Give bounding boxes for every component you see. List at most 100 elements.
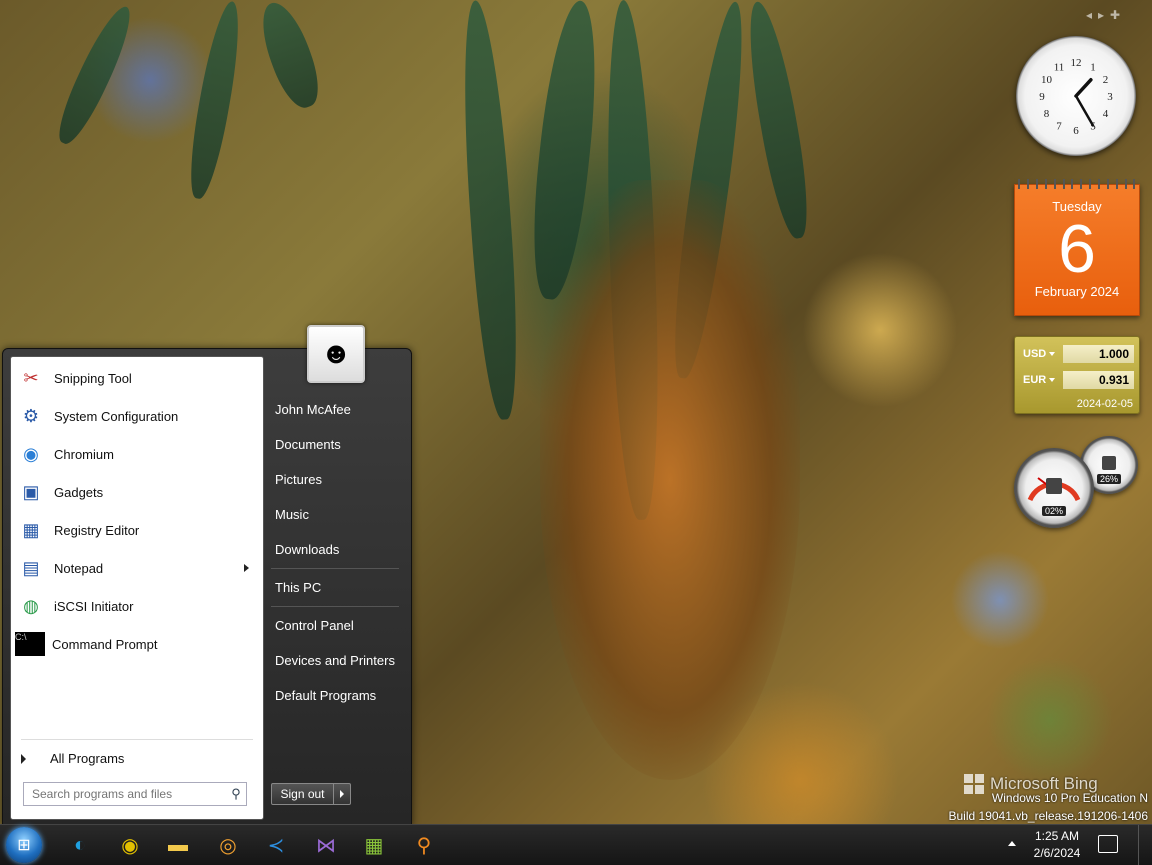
registry-icon: ▦ xyxy=(22,519,40,540)
memory-percent: 26% xyxy=(1096,474,1122,484)
pictures-link[interactable]: Pictures xyxy=(275,472,322,487)
currency-from-value[interactable]: 1.000 xyxy=(1063,345,1134,363)
scissors-icon: ✂ xyxy=(23,367,39,388)
gadget-controls[interactable]: ◂▸✚ xyxy=(1086,8,1126,22)
start-menu-programs-pane: All Programs ⚲ ✂ Snipping Tool ⚙ System Con… xyxy=(10,356,264,820)
search-input[interactable] xyxy=(24,786,226,802)
all-programs-button[interactable]: All Programs xyxy=(21,751,124,766)
notepad-plus-icon[interactable]: ▦ xyxy=(360,831,388,859)
start-search-box[interactable]: ⚲ xyxy=(23,782,247,806)
downloads-link[interactable]: Downloads xyxy=(275,542,339,557)
calendar-month-year: February 2024 xyxy=(1034,284,1120,299)
program-label: Chromium xyxy=(54,446,114,462)
default-programs-link[interactable]: Default Programs xyxy=(275,688,376,703)
cmd-icon: C:\ xyxy=(15,632,45,656)
clock-numeral: 10 xyxy=(1041,74,1053,86)
clock-gadget[interactable]: 121234567891011 xyxy=(1016,36,1136,156)
calendar-rings xyxy=(1015,179,1139,189)
taskbar-time: 1:25 AM xyxy=(1034,829,1080,843)
devices-printers-link[interactable]: Devices and Printers xyxy=(275,653,395,668)
clock-numeral: 2 xyxy=(1103,74,1109,86)
edge-icon[interactable]: ◐ xyxy=(66,831,94,859)
chevron-down-icon xyxy=(1049,352,1056,356)
search-icon[interactable]: ⚲ xyxy=(226,786,246,802)
chevron-right-icon xyxy=(340,790,344,798)
shutdown-options-button[interactable] xyxy=(334,784,350,804)
documents-link[interactable]: Documents xyxy=(275,437,341,452)
gadgets-icon: ▣ xyxy=(22,481,40,502)
program-item[interactable]: ▣ Gadgets xyxy=(15,475,259,509)
windows-logo-icon xyxy=(964,774,984,794)
chevron-down-icon xyxy=(1049,378,1056,382)
cpu-meter: 02% xyxy=(1014,448,1094,528)
visual-studio-icon[interactable]: ⋈ xyxy=(312,831,340,859)
program-item[interactable]: ✂ Snipping Tool xyxy=(15,361,259,395)
currency-row-from: USD 1.000 xyxy=(1023,345,1134,363)
separator xyxy=(271,568,399,569)
clock-minute-hand xyxy=(1074,94,1095,127)
program-label: Command Prompt xyxy=(52,636,158,652)
clock-hour-hand xyxy=(1074,78,1093,98)
separator xyxy=(21,739,253,740)
program-label: Gadgets xyxy=(54,484,104,500)
cpu-chip-icon xyxy=(1046,478,1062,494)
start-menu-places-pane: John McAfee Documents Pictures Music Dow… xyxy=(265,349,411,825)
notepad-icon: ▤ xyxy=(22,557,40,578)
program-item[interactable]: ◉ Chromium xyxy=(15,437,259,471)
currency-to-select[interactable]: EUR xyxy=(1023,374,1063,386)
start-menu: All Programs ⚲ ✂ Snipping Tool ⚙ System Con… xyxy=(2,348,412,826)
program-item[interactable]: C:\ Command Prompt xyxy=(15,627,259,661)
action-center-icon[interactable] xyxy=(1098,835,1118,853)
program-label: iSCSI Initiator xyxy=(54,598,134,614)
currency-row-to: EUR 0.931 xyxy=(1023,371,1134,389)
edition-watermark: Windows 10 Pro Education N xyxy=(991,791,1148,805)
taskbar-date: 2/6/2024 xyxy=(1033,846,1081,860)
windows-logo-icon: ⊞ xyxy=(17,837,31,854)
clock-numeral: 11 xyxy=(1054,62,1065,74)
sign-out-label: Sign out xyxy=(272,784,334,804)
program-item[interactable]: ▦ Registry Editor xyxy=(15,513,259,547)
currency-date: 2024-02-05 xyxy=(1076,398,1133,410)
clock-numeral: 12 xyxy=(1071,57,1082,69)
triangle-right-icon xyxy=(21,753,26,764)
this-pc-link[interactable]: This PC xyxy=(275,580,321,595)
start-button[interactable]: ⊞ xyxy=(6,827,42,863)
calendar-gadget[interactable]: Tuesday 6 February 2024 xyxy=(1014,179,1140,316)
vscode-icon[interactable]: ≺ xyxy=(262,831,290,859)
clock-numeral: 8 xyxy=(1044,108,1050,120)
program-item[interactable]: ⚙ System Configuration xyxy=(15,399,259,433)
music-link[interactable]: Music xyxy=(275,507,309,522)
program-item[interactable]: ◍ iSCSI Initiator xyxy=(15,589,259,623)
search-app-icon[interactable]: ⚲ xyxy=(410,831,438,859)
control-panel-link[interactable]: Control Panel xyxy=(275,618,354,633)
program-item[interactable]: ▤ Notepad xyxy=(15,551,259,585)
program-label: Notepad xyxy=(54,560,104,576)
taskbar: ⊞ 1:25 AM 2/6/2024 ◐ ◉ ▬ ◎ ≺ ⋈ ▦ ⚲ xyxy=(0,824,1152,865)
chrome-icon[interactable]: ◉ xyxy=(116,831,144,859)
clock-numeral: 6 xyxy=(1073,125,1079,137)
show-hidden-icons-button[interactable] xyxy=(1008,841,1016,846)
user-name-link[interactable]: John McAfee xyxy=(275,402,351,417)
build-watermark: Build 19041.vb_release.191206-1406 xyxy=(948,809,1149,823)
sign-out-button[interactable]: Sign out xyxy=(271,783,351,805)
separator xyxy=(271,606,399,607)
currency-from-select[interactable]: USD xyxy=(1023,348,1063,360)
clock-numeral: 7 xyxy=(1056,120,1062,132)
globe-icon: ◍ xyxy=(23,595,39,616)
currency-to-value[interactable]: 0.931 xyxy=(1063,371,1134,389)
calendar-day-number: 6 xyxy=(1058,211,1096,287)
chromium-icon: ◉ xyxy=(23,443,39,464)
cpu-percent: 02% xyxy=(1041,506,1067,516)
currency-gadget[interactable]: USD 1.000 EUR 0.931 2024-02-05 xyxy=(1014,336,1140,414)
program-label: Registry Editor xyxy=(54,522,140,538)
taskbar-clock[interactable]: 1:25 AM 2/6/2024 xyxy=(1032,828,1082,862)
system-config-icon: ⚙ xyxy=(22,405,40,426)
clock-numeral: 3 xyxy=(1107,91,1113,103)
user-avatar[interactable]: ☻ xyxy=(307,325,365,383)
clock-numeral: 9 xyxy=(1039,91,1045,103)
chromium-icon[interactable]: ◎ xyxy=(214,831,242,859)
file-explorer-icon[interactable]: ▬ xyxy=(164,831,192,859)
show-desktop-button[interactable] xyxy=(1138,825,1152,865)
program-label: Snipping Tool xyxy=(54,370,132,386)
submenu-arrow-icon[interactable] xyxy=(244,564,249,572)
